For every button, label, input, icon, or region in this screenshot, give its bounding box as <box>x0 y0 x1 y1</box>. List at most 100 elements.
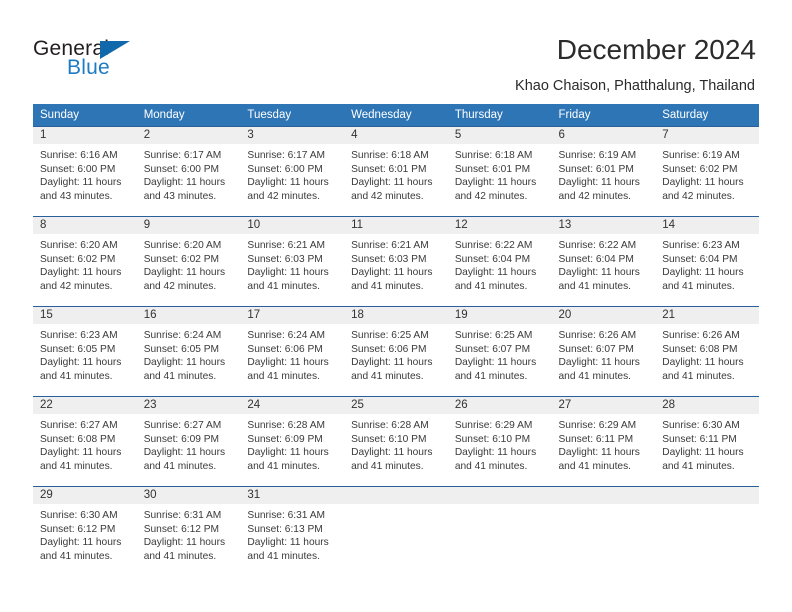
sunset-time: Sunset: 6:02 PM <box>143 253 220 265</box>
daylight-duration-line2: and 41 minutes. <box>558 280 632 292</box>
calendar-day-cell[interactable]: 24 Sunrise: 6:28 AM Sunset: 6:09 PM Dayligh… <box>240 396 345 486</box>
calendar-day-cell[interactable]: 4 Sunrise: 6:18 AM Sunset: 6:01 PM Daylight… <box>344 126 448 216</box>
calendar-week-row: 8 Sunrise: 6:20 AM Sunset: 6:02 PM Daylight… <box>33 216 759 306</box>
sunset-time: Sunset: 6:08 PM <box>662 343 738 355</box>
calendar-day-cell[interactable]: 15 Sunrise: 6:23 AM Sunset: 6:05 PM Dayligh… <box>33 306 137 396</box>
calendar-day-cell[interactable]: 27 Sunrise: 6:29 AM Sunset: 6:11 PM Dayligh… <box>551 396 656 486</box>
day-details: Sunrise: 6:29 AM Sunset: 6:11 PM Daylight:… <box>552 414 656 473</box>
daylight-duration-line2: and 41 minutes. <box>40 550 113 562</box>
calendar-day-cell[interactable]: 18 Sunrise: 6:25 AM Sunset: 6:06 PM Dayligh… <box>344 306 448 396</box>
day-number <box>447 487 552 504</box>
calendar-day-cell[interactable]: 25 Sunrise: 6:28 AM Sunset: 6:10 PM Dayligh… <box>344 396 448 486</box>
sunrise-time: Sunrise: 6:19 AM <box>662 150 740 161</box>
sunset-time: Sunset: 6:07 PM <box>558 343 634 355</box>
calendar-day-cell[interactable]: 26 Sunrise: 6:29 AM Sunset: 6:10 PM Dayligh… <box>447 396 552 486</box>
calendar-day-cell[interactable] <box>344 486 448 576</box>
day-cell-content: 15 Sunrise: 6:23 AM Sunset: 6:05 PM Dayligh… <box>33 306 137 396</box>
day-number: 27 <box>551 397 656 414</box>
calendar-body: 1 Sunrise: 6:16 AM Sunset: 6:00 PM Daylight… <box>33 126 759 576</box>
calendar-day-cell[interactable]: 29 Sunrise: 6:30 AM Sunset: 6:12 PM Dayligh… <box>33 486 137 576</box>
calendar-day-cell[interactable]: 22 Sunrise: 6:27 AM Sunset: 6:08 PM Dayligh… <box>33 396 137 486</box>
calendar-day-cell[interactable]: 12 Sunrise: 6:22 AM Sunset: 6:04 PM Dayligh… <box>447 216 552 306</box>
general-blue-logo: General Blue <box>33 38 173 84</box>
day-number: 19 <box>447 307 552 324</box>
sunrise-time: Sunrise: 6:24 AM <box>143 330 222 341</box>
calendar-day-cell[interactable]: 2 Sunrise: 6:17 AM Sunset: 6:00 PM Daylight… <box>136 126 241 216</box>
daylight-duration-line1: Daylight: 11 hours <box>40 537 122 549</box>
day-number: 15 <box>33 307 137 324</box>
calendar-day-cell[interactable]: 9 Sunrise: 6:20 AM Sunset: 6:02 PM Daylight… <box>136 216 241 306</box>
calendar-day-cell[interactable] <box>447 486 552 576</box>
sunset-time: Sunset: 6:05 PM <box>143 343 220 355</box>
calendar-day-cell[interactable]: 31 Sunrise: 6:31 AM Sunset: 6:13 PM Dayligh… <box>240 486 345 576</box>
sunrise-time: Sunrise: 6:24 AM <box>247 330 325 341</box>
calendar-day-cell[interactable]: 1 Sunrise: 6:16 AM Sunset: 6:00 PM Daylight… <box>33 126 137 216</box>
daylight-duration-line2: and 42 minutes. <box>454 190 528 202</box>
sunset-time: Sunset: 6:01 PM <box>558 163 634 175</box>
day-number <box>551 487 656 504</box>
sunrise-time: Sunrise: 6:18 AM <box>454 150 533 161</box>
day-number: 20 <box>551 307 656 324</box>
calendar-day-cell[interactable] <box>655 486 759 576</box>
day-cell-content: 6 Sunrise: 6:19 AM Sunset: 6:01 PM Daylight… <box>551 126 656 216</box>
day-number: 13 <box>551 217 656 234</box>
calendar-day-cell[interactable]: 10 Sunrise: 6:21 AM Sunset: 6:03 PM Dayligh… <box>240 216 345 306</box>
calendar-day-cell[interactable] <box>551 486 656 576</box>
daylight-duration-line1: Daylight: 11 hours <box>558 357 640 369</box>
calendar-day-cell[interactable]: 28 Sunrise: 6:30 AM Sunset: 6:11 PM Dayligh… <box>655 396 759 486</box>
calendar-day-cell[interactable]: 30 Sunrise: 6:31 AM Sunset: 6:12 PM Dayligh… <box>136 486 241 576</box>
day-details: Sunrise: 6:25 AM Sunset: 6:07 PM Daylight:… <box>448 324 552 383</box>
day-cell-content: 30 Sunrise: 6:31 AM Sunset: 6:12 PM Dayligh… <box>136 486 241 576</box>
day-number: 3 <box>240 127 345 144</box>
daylight-duration-line2: and 41 minutes. <box>454 460 528 472</box>
weekday-header-wednesday: Wednesday <box>344 104 448 126</box>
sunrise-time: Sunrise: 6:20 AM <box>143 240 222 251</box>
sunrise-time: Sunrise: 6:18 AM <box>351 150 429 161</box>
calendar-day-cell[interactable]: 8 Sunrise: 6:20 AM Sunset: 6:02 PM Daylight… <box>33 216 137 306</box>
page-subtitle-location: Khao Chaison, Phatthalung, Thailand <box>515 78 755 94</box>
weekday-header-thursday: Thursday <box>447 104 552 126</box>
daylight-duration-line2: and 42 minutes. <box>40 280 113 292</box>
daylight-duration-line2: and 41 minutes. <box>143 370 217 382</box>
daylight-duration-line1: Daylight: 11 hours <box>247 537 329 549</box>
calendar-day-cell[interactable]: 21 Sunrise: 6:26 AM Sunset: 6:08 PM Dayligh… <box>655 306 759 396</box>
calendar-day-cell[interactable]: 16 Sunrise: 6:24 AM Sunset: 6:05 PM Dayligh… <box>136 306 241 396</box>
day-details: Sunrise: 6:16 AM Sunset: 6:00 PM Daylight:… <box>33 144 137 203</box>
calendar-day-cell[interactable]: 5 Sunrise: 6:18 AM Sunset: 6:01 PM Daylight… <box>447 126 552 216</box>
daylight-duration-line2: and 41 minutes. <box>558 370 632 382</box>
day-number: 29 <box>33 487 137 504</box>
sunset-time: Sunset: 6:11 PM <box>558 433 634 445</box>
calendar-day-cell[interactable]: 6 Sunrise: 6:19 AM Sunset: 6:01 PM Daylight… <box>551 126 656 216</box>
daylight-duration-line2: and 41 minutes. <box>454 280 528 292</box>
daylight-duration-line2: and 42 minutes. <box>662 190 735 202</box>
daylight-duration-line1: Daylight: 11 hours <box>454 447 537 459</box>
day-cell-content: 25 Sunrise: 6:28 AM Sunset: 6:10 PM Dayligh… <box>344 396 448 486</box>
calendar-day-cell[interactable]: 23 Sunrise: 6:27 AM Sunset: 6:09 PM Dayligh… <box>136 396 241 486</box>
daylight-duration-line1: Daylight: 11 hours <box>143 447 226 459</box>
day-number: 8 <box>33 217 137 234</box>
calendar-week-row: 1 Sunrise: 6:16 AM Sunset: 6:00 PM Daylight… <box>33 126 759 216</box>
day-cell-content: 23 Sunrise: 6:27 AM Sunset: 6:09 PM Dayligh… <box>136 396 241 486</box>
daylight-duration-line1: Daylight: 11 hours <box>454 357 537 369</box>
sunrise-time: Sunrise: 6:23 AM <box>662 240 740 251</box>
sunrise-time: Sunrise: 6:31 AM <box>143 510 222 521</box>
calendar-day-cell[interactable]: 7 Sunrise: 6:19 AM Sunset: 6:02 PM Daylight… <box>655 126 759 216</box>
calendar-day-cell[interactable]: 13 Sunrise: 6:22 AM Sunset: 6:04 PM Dayligh… <box>551 216 656 306</box>
calendar-day-cell[interactable]: 14 Sunrise: 6:23 AM Sunset: 6:04 PM Dayligh… <box>655 216 759 306</box>
day-cell-content: 31 Sunrise: 6:31 AM Sunset: 6:13 PM Dayligh… <box>240 486 345 576</box>
day-cell-content <box>447 486 552 576</box>
weekday-header-row: Sunday Monday Tuesday Wednesday Thursday… <box>33 104 759 126</box>
day-cell-content: 28 Sunrise: 6:30 AM Sunset: 6:11 PM Dayligh… <box>655 396 759 486</box>
day-cell-content: 27 Sunrise: 6:29 AM Sunset: 6:11 PM Dayligh… <box>551 396 656 486</box>
calendar-day-cell[interactable]: 11 Sunrise: 6:21 AM Sunset: 6:03 PM Dayligh… <box>344 216 448 306</box>
day-details: Sunrise: 6:30 AM Sunset: 6:12 PM Daylight:… <box>33 504 137 563</box>
day-cell-content: 20 Sunrise: 6:26 AM Sunset: 6:07 PM Dayligh… <box>551 306 656 396</box>
daylight-duration-line1: Daylight: 11 hours <box>662 447 744 459</box>
daylight-duration-line2: and 41 minutes. <box>351 460 424 472</box>
calendar-day-cell[interactable]: 19 Sunrise: 6:25 AM Sunset: 6:07 PM Dayligh… <box>447 306 552 396</box>
calendar-day-cell[interactable]: 17 Sunrise: 6:24 AM Sunset: 6:06 PM Dayligh… <box>240 306 345 396</box>
sunrise-time: Sunrise: 6:25 AM <box>351 330 429 341</box>
calendar-day-cell[interactable]: 20 Sunrise: 6:26 AM Sunset: 6:07 PM Dayligh… <box>551 306 656 396</box>
calendar-day-cell[interactable]: 3 Sunrise: 6:17 AM Sunset: 6:00 PM Daylight… <box>240 126 345 216</box>
day-number: 16 <box>136 307 241 324</box>
